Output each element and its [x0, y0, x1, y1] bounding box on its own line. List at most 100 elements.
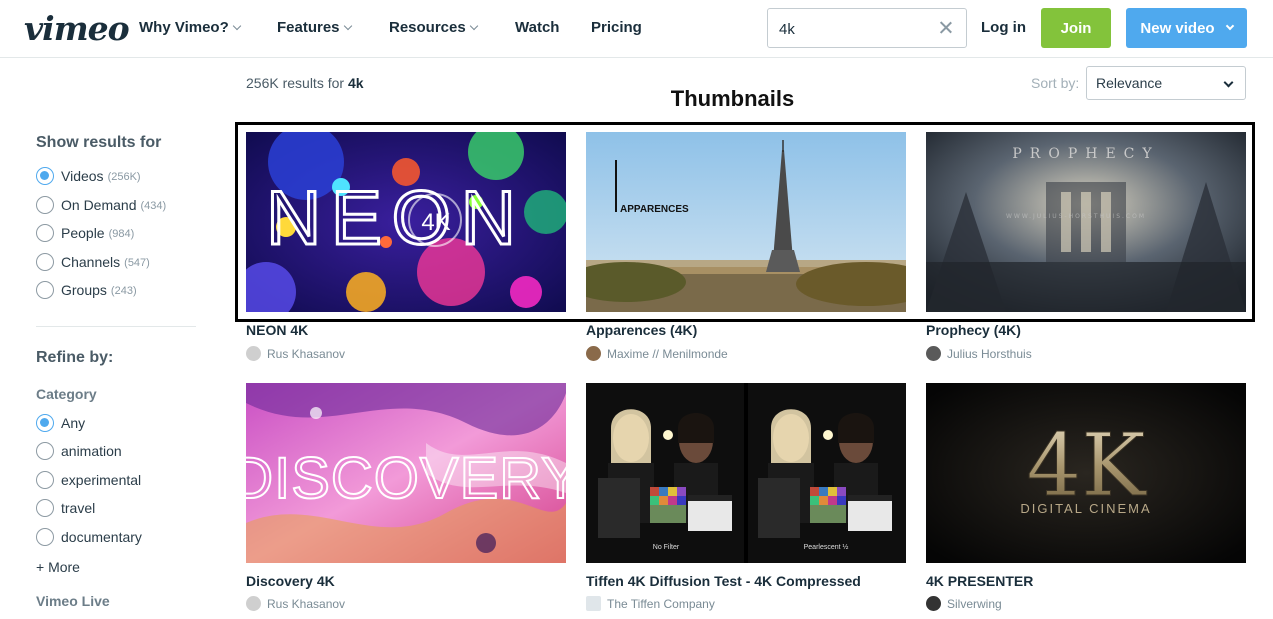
- video-thumbnail-tiffen[interactable]: No Filter Pearlescent ½: [586, 383, 906, 563]
- more-categories-link[interactable]: + More: [36, 559, 80, 575]
- filter-label: Videos: [61, 168, 104, 184]
- search-field[interactable]: [767, 8, 967, 48]
- vimeo-live-heading[interactable]: Vimeo Live: [36, 593, 110, 609]
- annotation-title: Thumbnails: [670, 86, 795, 111]
- chevron-down-icon: [1225, 21, 1234, 31]
- radio-button[interactable]: [36, 442, 54, 460]
- video-author[interactable]: Rus Khasanov: [246, 596, 345, 611]
- video-thumbnail-4k-presenter[interactable]: 4K DIGITAL CINEMA: [926, 383, 1246, 563]
- filter-people[interactable]: People (984): [36, 223, 134, 243]
- chevron-down-icon: [232, 21, 241, 30]
- radio-button[interactable]: [36, 224, 54, 242]
- join-button[interactable]: Join: [1041, 8, 1111, 48]
- video-thumbnail-discovery[interactable]: DISCOVERY: [246, 383, 566, 563]
- avatar: [246, 346, 261, 361]
- filter-count: (434): [140, 200, 167, 212]
- filter-label: Channels: [61, 254, 121, 270]
- category-label: experimental: [61, 472, 142, 488]
- radio-button[interactable]: [36, 281, 54, 299]
- author-name: Julius Horsthuis: [947, 346, 1032, 361]
- filter-count: (547): [124, 257, 150, 269]
- thumbnail-badge-text: 4K: [421, 209, 450, 236]
- video-title[interactable]: 4K PRESENTER: [926, 573, 1033, 589]
- avatar: [926, 346, 941, 361]
- radio-button[interactable]: [36, 528, 54, 546]
- category-label: travel: [61, 500, 96, 516]
- nav-why-vimeo[interactable]: Why Vimeo?: [139, 19, 241, 36]
- video-author[interactable]: Julius Horsthuis: [926, 346, 1032, 361]
- nav-resources[interactable]: Resources: [389, 19, 478, 36]
- login-link[interactable]: Log in: [981, 19, 1026, 36]
- avatar: [926, 596, 941, 611]
- thumbnail-title-text: NEON: [266, 176, 526, 261]
- video-thumbnail-apparences[interactable]: APPARENCES: [586, 132, 906, 312]
- thumbnail-image: NEON 4K: [246, 132, 566, 312]
- thumbnail-title-text: APPARENCES: [620, 204, 689, 215]
- video-thumbnail-neon-4k[interactable]: NEON 4K: [246, 132, 566, 312]
- video-author[interactable]: The Tiffen Company: [586, 596, 715, 611]
- radio-button[interactable]: [36, 167, 54, 185]
- chevron-down-icon: [469, 21, 478, 30]
- thumbnail-subtitle-text: WWW.JULIUS-HORSTHUIS.COM: [1006, 213, 1146, 220]
- new-video-button[interactable]: New video: [1126, 8, 1247, 48]
- nav-features-label: Features: [277, 19, 340, 36]
- top-navigation: vimeo Why Vimeo? Features Resources Watc…: [0, 0, 1273, 58]
- vimeo-logo[interactable]: vimeo: [24, 9, 130, 48]
- author-name: Rus Khasanov: [267, 596, 346, 611]
- show-results-heading: Show results for: [36, 134, 162, 151]
- thumbnail-image: DISCOVERY: [246, 383, 566, 563]
- filter-label: Groups: [61, 282, 107, 298]
- thumbnail-image: APPARENCES: [586, 132, 906, 312]
- category-any[interactable]: Any: [36, 413, 85, 433]
- filter-on-demand[interactable]: On Demand (434): [36, 195, 166, 215]
- video-title[interactable]: NEON 4K: [246, 322, 308, 338]
- author-name: Rus Khasanov: [267, 346, 346, 361]
- radio-button[interactable]: [36, 499, 54, 517]
- filter-videos[interactable]: Videos (256K): [36, 166, 141, 186]
- avatar: [586, 346, 601, 361]
- avatar: [246, 596, 261, 611]
- radio-button[interactable]: [36, 414, 54, 432]
- thumbnail-title-text: DISCOVERY: [246, 446, 566, 511]
- filter-groups[interactable]: Groups (243): [36, 280, 137, 300]
- video-title[interactable]: Prophecy (4K): [926, 322, 1021, 338]
- filter-count: (256K): [107, 171, 141, 183]
- filter-count: (243): [110, 285, 137, 297]
- video-author[interactable]: Maxime // Menilmonde: [586, 346, 728, 361]
- nav-features[interactable]: Features: [277, 19, 352, 36]
- refine-heading: Refine by:: [36, 349, 114, 366]
- author-name: The Tiffen Company: [607, 596, 715, 611]
- category-experimental[interactable]: experimental: [36, 470, 141, 490]
- video-title[interactable]: Tiffen 4K Diffusion Test - 4K Compressed: [586, 573, 861, 589]
- video-thumbnail-prophecy[interactable]: PROPHECY WWW.JULIUS-HORSTHUIS.COM: [926, 132, 1246, 312]
- category-label: animation: [61, 443, 122, 459]
- thumbnail-image: No Filter Pearlescent ½: [586, 383, 906, 563]
- author-name: Silverwing: [947, 596, 1002, 611]
- nav-watch-label: Watch: [515, 19, 560, 36]
- radio-button[interactable]: [36, 471, 54, 489]
- category-travel[interactable]: travel: [36, 498, 95, 518]
- video-title[interactable]: Apparences (4K): [586, 322, 697, 338]
- filter-channels[interactable]: Channels (547): [36, 252, 150, 272]
- nav-pricing-label: Pricing: [591, 19, 642, 36]
- thumbnail-subtitle-text: DIGITAL CINEMA: [1020, 501, 1151, 516]
- category-animation[interactable]: animation: [36, 441, 122, 461]
- filter-label: People: [61, 225, 105, 241]
- nav-watch[interactable]: Watch: [515, 19, 559, 36]
- radio-button[interactable]: [36, 196, 54, 214]
- tiffen-logo-icon: [586, 596, 601, 611]
- video-author[interactable]: Rus Khasanov: [246, 346, 345, 361]
- category-documentary[interactable]: documentary: [36, 527, 142, 547]
- thumbnail-image: 4K DIGITAL CINEMA: [926, 383, 1246, 563]
- radio-button[interactable]: [36, 253, 54, 271]
- video-title[interactable]: Discovery 4K: [246, 573, 335, 589]
- filter-count: (984): [108, 228, 135, 240]
- category-label: documentary: [61, 529, 142, 545]
- nav-pricing[interactable]: Pricing: [591, 19, 642, 36]
- video-author[interactable]: Silverwing: [926, 596, 1002, 611]
- clear-search-icon[interactable]: [936, 18, 956, 38]
- nav-why-vimeo-label: Why Vimeo?: [139, 19, 229, 36]
- category-heading: Category: [36, 386, 97, 402]
- search-input[interactable]: [779, 18, 929, 40]
- author-name: Maxime // Menilmonde: [607, 346, 728, 361]
